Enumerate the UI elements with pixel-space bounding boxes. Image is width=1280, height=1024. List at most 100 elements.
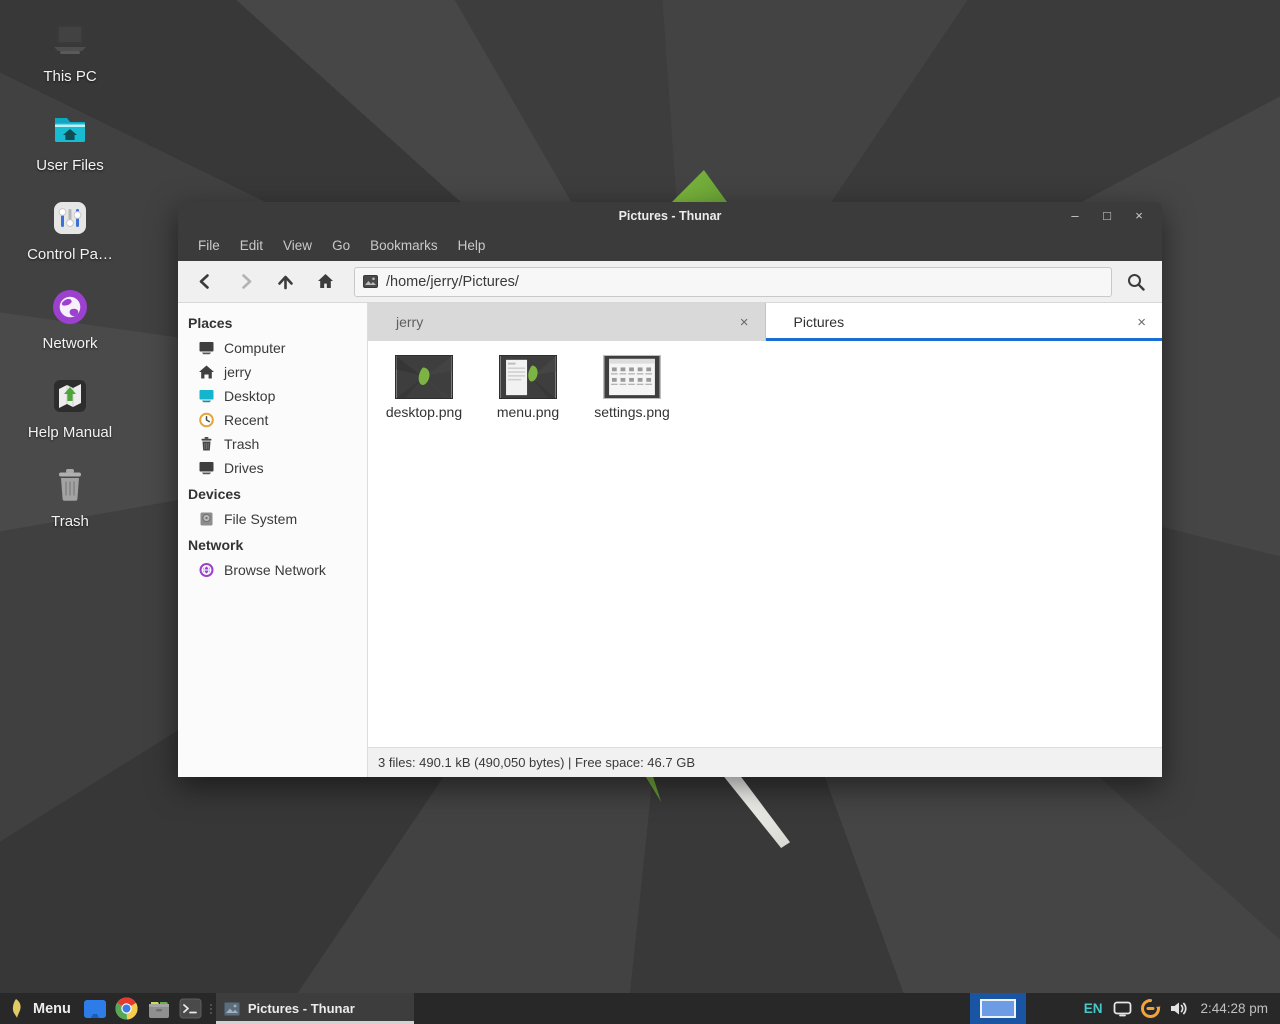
show-desktop-icon [83, 999, 107, 1019]
menu-view[interactable]: View [273, 232, 322, 259]
menu-help[interactable]: Help [448, 232, 496, 259]
sidebar-item-file-system[interactable]: File System [178, 507, 367, 531]
menu-button-label: Menu [33, 1001, 71, 1017]
volume-tray-icon[interactable] [1167, 998, 1189, 1020]
computer-icon [48, 18, 92, 62]
search-icon [1126, 272, 1146, 292]
sidebar-item-computer[interactable]: Computer [178, 336, 367, 360]
menu-edit[interactable]: Edit [230, 232, 273, 259]
desktop-icon-help-manual[interactable]: Help Manual [10, 374, 130, 441]
sidebar-item-jerry-home[interactable]: jerry [178, 360, 367, 384]
tab-close-icon[interactable]: × [1133, 312, 1150, 333]
close-button[interactable]: × [1130, 207, 1148, 225]
menu-go[interactable]: Go [322, 232, 360, 259]
thumbnail-desktop-screenshot [395, 355, 453, 399]
sidebar-item-label: Drives [224, 460, 264, 476]
mint-menu-icon [8, 998, 25, 1020]
tab-label: Pictures [794, 314, 1134, 330]
chrome-browser-icon [115, 997, 138, 1020]
desktop-icon-label: Help Manual [28, 424, 112, 441]
tab-jerry[interactable]: jerry × [368, 303, 766, 341]
display-tray-icon[interactable] [1111, 998, 1133, 1020]
desktop-icon-trash[interactable]: Trash [10, 463, 130, 530]
display-icon [1113, 1001, 1132, 1017]
update-refresh-icon [1140, 998, 1161, 1019]
workspace-switcher[interactable] [970, 993, 1026, 1024]
forward-button[interactable] [226, 266, 264, 298]
desktop-icon [198, 388, 215, 404]
up-button[interactable] [266, 266, 304, 298]
window-title: Pictures - Thunar [178, 209, 1162, 223]
minimize-button[interactable]: – [1066, 207, 1084, 225]
file-desktop-png[interactable]: desktop.png [372, 355, 476, 420]
desktop-icon-control-panel[interactable]: Control Pa… [10, 196, 130, 263]
taskbar-right: EN 2:44:28 pm [970, 993, 1280, 1024]
sidebar-item-drives[interactable]: Drives [178, 456, 367, 480]
show-desktop-button[interactable] [82, 996, 108, 1022]
speaker-icon [1169, 1000, 1188, 1017]
drives-icon [198, 460, 215, 476]
tab-close-icon[interactable]: × [736, 312, 753, 333]
chrome-launcher[interactable] [114, 996, 140, 1022]
file-menu-png[interactable]: menu.png [476, 355, 580, 420]
sidebar-item-label: Browse Network [224, 562, 326, 578]
status-bar: 3 files: 490.1 kB (490,050 bytes) | Free… [368, 747, 1162, 777]
image-file-icon [363, 275, 378, 288]
home-button[interactable] [306, 266, 344, 298]
sidebar-item-label: jerry [224, 364, 251, 380]
window-main: Places Computer jerry Desktop [178, 303, 1162, 777]
up-arrow-icon [276, 272, 295, 291]
menu-bookmarks[interactable]: Bookmarks [360, 232, 448, 259]
content-pane: jerry × Pictures × [368, 303, 1162, 777]
file-list[interactable]: desktop.png menu.pn [368, 341, 1162, 747]
forward-arrow-icon [236, 272, 255, 291]
status-text: 3 files: 490.1 kB (490,050 bytes) | Free… [378, 755, 695, 770]
sidebar-item-recent[interactable]: Recent [178, 408, 367, 432]
path-bar[interactable] [354, 267, 1112, 297]
thunar-window: Pictures - Thunar – □ × File Edit View G… [178, 202, 1162, 777]
tab-pictures[interactable]: Pictures × [766, 303, 1163, 341]
filesystem-drive-icon [198, 511, 215, 527]
tab-label: jerry [396, 314, 736, 330]
desktop-icon-column: This PC User Files Control Pa… [10, 18, 130, 530]
keyboard-layout-indicator[interactable]: EN [1084, 1001, 1103, 1016]
sidebar-item-desktop[interactable]: Desktop [178, 384, 367, 408]
desktop-icon-this-pc[interactable]: This PC [10, 18, 130, 85]
sidebar-header-devices: Devices [178, 480, 367, 507]
menu-button[interactable]: Menu [0, 993, 79, 1024]
workspace-active[interactable] [980, 999, 1016, 1018]
sidebar-item-browse-network[interactable]: Browse Network [178, 558, 367, 582]
thumbnail-settings-screenshot [603, 355, 661, 399]
sidebar-header-network: Network [178, 531, 367, 558]
file-manager-launcher[interactable] [146, 996, 172, 1022]
path-input[interactable] [386, 274, 1103, 290]
terminal-launcher[interactable] [178, 996, 204, 1022]
computer-icon [198, 340, 215, 356]
file-name: menu.png [497, 404, 559, 420]
taskbar: Menu [0, 993, 1280, 1024]
home-folder-icon [48, 107, 92, 151]
file-name: settings.png [594, 404, 670, 420]
desktop-icon-user-files[interactable]: User Files [10, 107, 130, 174]
file-settings-png[interactable]: settings.png [580, 355, 684, 420]
menu-file[interactable]: File [188, 232, 230, 259]
file-cabinet-icon [147, 998, 171, 1020]
search-button[interactable] [1118, 266, 1154, 298]
taskbar-window-button[interactable]: Pictures - Thunar [216, 993, 414, 1024]
thumbnail-menu-screenshot [499, 355, 557, 399]
back-button[interactable] [186, 266, 224, 298]
window-titlebar[interactable]: Pictures - Thunar – □ × [178, 202, 1162, 229]
toolbar [178, 261, 1162, 303]
home-icon [316, 272, 335, 291]
panel-clock[interactable]: 2:44:28 pm [1200, 1001, 1268, 1016]
sidebar: Places Computer jerry Desktop [178, 303, 368, 777]
sidebar-item-trash[interactable]: Trash [178, 432, 367, 456]
maximize-button[interactable]: □ [1098, 207, 1116, 225]
panel-separator-handle[interactable] [210, 1004, 212, 1014]
sidebar-header-places: Places [178, 309, 367, 336]
desktop-icon-label: Network [42, 335, 97, 352]
sidebar-item-label: Desktop [224, 388, 275, 404]
desktop-icon-network[interactable]: Network [10, 285, 130, 352]
update-manager-tray-icon[interactable] [1139, 998, 1161, 1020]
menubar: File Edit View Go Bookmarks Help [178, 229, 1162, 261]
